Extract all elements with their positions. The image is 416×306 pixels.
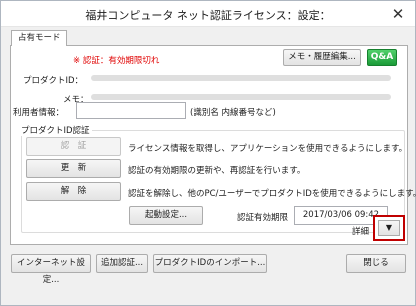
product-id-label: プロダクトID： [23, 76, 84, 86]
memo-history-edit-button[interactable]: メモ・履歴編集... [283, 49, 361, 66]
chevron-down-icon: ▼ [378, 220, 400, 236]
memo-value-redacted [91, 94, 391, 100]
tab-exclusive-mode[interactable]: 占有モード [11, 30, 67, 46]
update-button[interactable]: 更 新 [26, 159, 121, 178]
release-button[interactable]: 解 除 [26, 182, 121, 201]
internet-settings-button[interactable]: インターネット設定... [11, 254, 91, 285]
product-id-value-redacted [91, 75, 391, 81]
product-id-auth-title: プロダクトID認証 [19, 124, 92, 136]
detail-label: 詳細 [352, 227, 370, 237]
user-info-field[interactable] [76, 102, 186, 119]
window-title: 福井コンピュータ ネット認証ライセンス：設定： [85, 9, 331, 22]
additional-auth-button[interactable]: 追加認証... [96, 254, 148, 273]
title-bar: 福井コンピュータ ネット認証ライセンス：設定： ✕ [1, 1, 415, 27]
qa-button[interactable]: Q&A [367, 49, 397, 66]
import-product-id-button[interactable]: プロダクトIDのインポート... [153, 254, 267, 273]
authenticate-button[interactable]: 認 証 [26, 137, 121, 156]
auth-status-error: ※ 認証：有効期限切れ [73, 56, 160, 66]
close-icon[interactable]: ✕ [387, 4, 409, 24]
license-settings-window: 福井コンピュータ ネット認証ライセンス：設定： ✕ 占有モード ※ 認証：有効期… [0, 0, 416, 306]
expiry-label: 認証有効期限 [237, 213, 289, 223]
update-description: 認証の有効期限の更新や、再認証を行います。 [128, 166, 306, 176]
release-description: 認証を解除し、他のPC/ユーザーでプロダクトIDを使用できるようにします。 [128, 189, 416, 199]
startup-settings-button[interactable]: 起動設定... [129, 206, 203, 225]
user-info-label: 利用者情報： [13, 108, 65, 118]
user-info-hint: (識別名 内線番号など) [190, 108, 276, 118]
authenticate-description: ライセンス情報を取得し、アプリケーションを使用できるようにします。 [128, 144, 408, 154]
close-button[interactable]: 閉じる [346, 254, 406, 273]
detail-toggle-button[interactable]: ▼ [373, 215, 405, 241]
